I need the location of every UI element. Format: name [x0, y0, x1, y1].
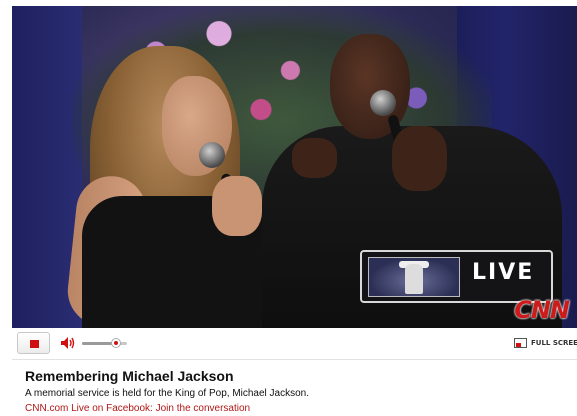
- stop-button[interactable]: [17, 332, 50, 354]
- player-controls: FULL SCREEN: [12, 328, 577, 360]
- fullscreen-button[interactable]: FULL SCREEN: [531, 339, 577, 347]
- dancer-silhouette-icon: [368, 257, 460, 297]
- microphone-icon: [199, 142, 225, 168]
- volume-knob[interactable]: [110, 338, 121, 348]
- video-description: A memorial service is held for the King …: [25, 388, 310, 399]
- stop-icon: [30, 340, 39, 348]
- live-label: LIVE: [472, 260, 535, 285]
- video-title: Remembering Michael Jackson: [25, 368, 234, 384]
- speaker-icon[interactable]: [60, 336, 76, 350]
- microphone-icon: [370, 90, 396, 116]
- video-player[interactable]: LIVE CNN: [12, 6, 577, 328]
- singer-man-hand: [392, 126, 447, 191]
- fullscreen-icon[interactable]: [514, 338, 527, 348]
- video-caption: Remembering Michael Jackson A memorial s…: [25, 368, 565, 415]
- cnn-logo: CNN: [514, 296, 570, 324]
- volume-slider[interactable]: [82, 338, 127, 348]
- singer-woman-hand: [212, 176, 262, 236]
- dancer-figure: [405, 264, 423, 294]
- facebook-link[interactable]: CNN.com Live on Facebook: Join the conve…: [25, 403, 565, 415]
- singer-man-hand-shoulder: [292, 138, 337, 178]
